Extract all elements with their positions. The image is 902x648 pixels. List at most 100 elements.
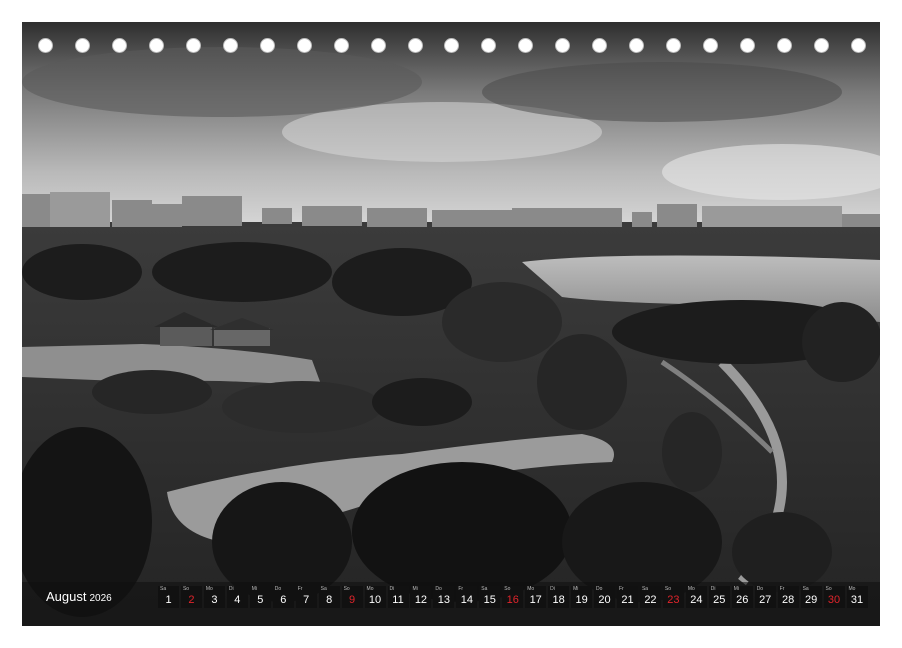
calendar-day: Do 20: [594, 586, 616, 608]
calendar-day: Do 6: [272, 586, 294, 608]
calendar-day: Do 13: [433, 586, 455, 608]
park-landscape-photo: [22, 22, 880, 626]
weekday-label: So: [825, 586, 832, 592]
binding-hole: [259, 38, 275, 53]
calendar-day: Mi 26: [731, 586, 753, 608]
calendar-day: Sa 1: [158, 586, 179, 608]
weekday-label: Fr: [458, 586, 464, 592]
calendar-day: So 23: [662, 586, 684, 608]
calendar-day: So 30: [823, 586, 845, 608]
day-number: 10: [368, 594, 382, 606]
binding-hole: [407, 38, 423, 53]
weekday-label: Do: [596, 586, 603, 592]
calendar-page: August 2026 Sa 1 So 2 Mo 3 Di 4 Mi 5 Do 6 Fr 7 Sa 8 So 9 Mo…: [0, 0, 902, 648]
calendar-day: Di 25: [708, 586, 730, 608]
weekday-label: So: [182, 586, 190, 592]
day-number: 21: [621, 594, 634, 606]
calendar-day: Mo 31: [846, 586, 868, 608]
calendar-day: Mi 12: [410, 586, 432, 608]
day-number: 5: [257, 594, 264, 606]
weekday-label: Mo: [848, 586, 856, 592]
weekday-label: Mo: [687, 586, 695, 592]
calendar-day: So 2: [180, 586, 202, 608]
day-number: 19: [575, 594, 588, 606]
day-number: 22: [644, 594, 657, 606]
binding-hole: [296, 38, 312, 53]
weekday-label: Mi: [251, 586, 258, 592]
day-number: 28: [782, 594, 795, 606]
weekday-label: Sa: [320, 586, 327, 592]
day-number: 25: [713, 594, 726, 606]
day-number: 31: [850, 594, 864, 606]
day-number: 3: [211, 594, 218, 606]
weekday-label: So: [343, 586, 350, 592]
day-number: 24: [690, 594, 703, 606]
day-number: 15: [483, 594, 496, 606]
day-number: 29: [804, 594, 818, 606]
binding-hole: [370, 38, 386, 53]
weekday-label: Do: [435, 586, 442, 592]
day-number: 13: [437, 594, 451, 606]
calendar-day: Sa 29: [800, 586, 822, 608]
weekday-label: Mo: [527, 586, 535, 592]
day-number: 12: [414, 594, 428, 606]
weekday-label: So: [504, 586, 511, 592]
weekday-label: Sa: [641, 586, 649, 592]
calendar-day: Fr 7: [295, 586, 317, 608]
weekday-label: Sa: [160, 586, 167, 592]
binding-hole: [148, 38, 164, 53]
calendar-day: Sa 8: [318, 586, 340, 608]
weekday-label: Mi: [573, 586, 579, 592]
weekday-label: Do: [274, 586, 282, 592]
calendar-day: Mi 19: [571, 586, 593, 608]
binding-hole: [38, 38, 53, 53]
binding-hole: [592, 38, 608, 53]
day-number: 6: [280, 594, 287, 606]
weekday-label: Do: [756, 586, 764, 592]
calendar-day: Mo 17: [525, 586, 547, 608]
weekday-label: Mo: [205, 586, 213, 592]
weekday-label: Sa: [481, 586, 488, 592]
day-number: 11: [392, 594, 404, 606]
weekday-label: Fr: [297, 586, 303, 592]
weekday-label: Di: [550, 586, 555, 592]
day-number: 26: [736, 594, 749, 606]
weekday-label: So: [664, 586, 672, 592]
cloud: [482, 62, 842, 122]
calendar-day: Fr 28: [777, 586, 799, 608]
calendar-day: So 16: [502, 586, 524, 608]
binding-hole: [74, 38, 90, 53]
day-number: 23: [667, 594, 680, 606]
day-number: 7: [303, 594, 310, 606]
calendar-day: Mo 10: [364, 586, 386, 608]
month-label: August 2026: [46, 589, 112, 604]
binding-hole: [555, 38, 571, 53]
day-number: 14: [460, 594, 473, 606]
calendar-day: Mi 5: [249, 586, 271, 608]
day-number: 20: [598, 594, 611, 606]
weekday-label: Mi: [733, 586, 740, 592]
day-number: 30: [827, 594, 841, 606]
binding-hole: [481, 38, 497, 53]
binding-hole: [444, 38, 460, 53]
day-number: 18: [552, 594, 565, 606]
day-number: 8: [326, 594, 333, 606]
binding-hole: [333, 38, 349, 53]
binding-hole: [111, 38, 127, 53]
calendar-day: Di 11: [387, 586, 409, 608]
weekday-label: Mi: [412, 586, 418, 592]
calendar-strip: August 2026 Sa 1 So 2 Mo 3 Di 4 Mi 5 Do 6 Fr 7 Sa 8 So 9 Mo…: [38, 584, 868, 610]
calendar-day: Sa 15: [479, 586, 501, 608]
binding-hole: [740, 38, 756, 53]
binding-hole: [850, 38, 866, 53]
calendar-day: So 9: [341, 586, 363, 608]
weekday-label: Di: [228, 586, 234, 592]
calendar-day: Mo 24: [685, 586, 707, 608]
calendar-day: Fr 14: [456, 586, 478, 608]
day-number: 9: [349, 594, 356, 606]
day-number: 2: [188, 594, 195, 606]
calendar-day: Fr 21: [617, 586, 638, 608]
weekday-label: Fr: [619, 586, 624, 592]
binding-hole: [703, 38, 719, 53]
binding-hole: [185, 38, 201, 53]
